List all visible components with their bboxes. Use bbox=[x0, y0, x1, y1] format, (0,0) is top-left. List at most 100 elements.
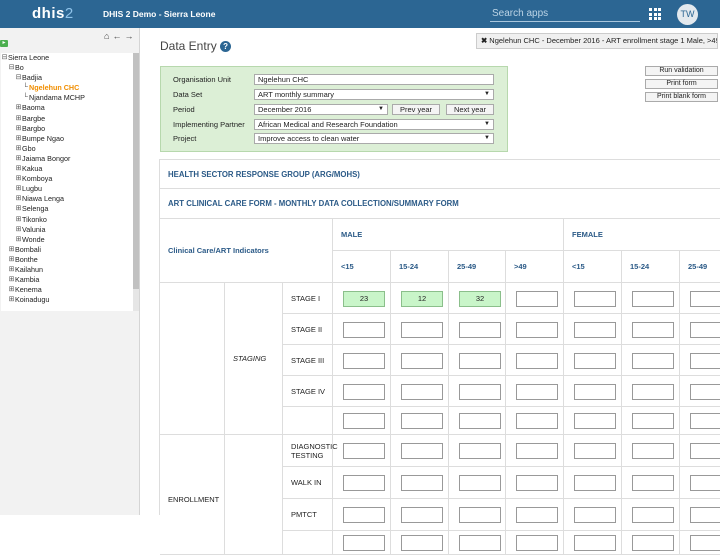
value-input[interactable] bbox=[690, 443, 720, 459]
period-select[interactable]: December 2016 ▼ bbox=[254, 104, 388, 115]
org-unit-field[interactable]: Ngelehun CHC bbox=[254, 74, 494, 85]
expand-icon[interactable]: ⊞ bbox=[15, 204, 22, 214]
user-avatar[interactable]: TW bbox=[677, 4, 698, 25]
expand-tree-icon[interactable]: ▸ bbox=[0, 40, 8, 47]
print-blank-form-button[interactable]: Print blank form bbox=[645, 92, 718, 102]
expand-icon[interactable]: ⊞ bbox=[15, 124, 22, 134]
value-input[interactable] bbox=[343, 321, 385, 338]
value-input[interactable] bbox=[459, 443, 501, 459]
expand-icon[interactable]: ⊞ bbox=[15, 215, 22, 225]
tree-item[interactable]: ⊞ Bargbo bbox=[1, 124, 133, 134]
project-select[interactable]: Improve access to clean water ▼ bbox=[254, 133, 494, 144]
print-form-button[interactable]: Print form bbox=[645, 79, 718, 89]
value-input[interactable] bbox=[516, 352, 558, 369]
value-input[interactable] bbox=[516, 535, 558, 551]
tree-scroll-thumb[interactable] bbox=[133, 53, 139, 289]
expand-icon[interactable]: ⊞ bbox=[15, 225, 22, 235]
expand-icon[interactable]: ⊞ bbox=[15, 164, 22, 174]
tree-item[interactable]: ⊟ Sierra Leone bbox=[1, 53, 133, 63]
value-input[interactable] bbox=[632, 535, 674, 551]
value-input[interactable] bbox=[690, 352, 720, 369]
expand-icon[interactable]: ⊞ bbox=[8, 275, 15, 285]
value-input[interactable]: 32 bbox=[459, 290, 501, 307]
value-input[interactable] bbox=[343, 413, 385, 429]
value-input[interactable] bbox=[401, 383, 443, 400]
tree-item-label[interactable]: Njandama MCHP bbox=[29, 93, 85, 103]
collapse-icon[interactable]: ⊟ bbox=[8, 63, 15, 73]
value-input[interactable] bbox=[632, 475, 674, 491]
tree-item[interactable]: ⊞ Kambia bbox=[1, 275, 133, 285]
value-input[interactable] bbox=[401, 443, 443, 459]
value-input[interactable] bbox=[574, 383, 616, 400]
value-input[interactable] bbox=[343, 352, 385, 369]
tree-item-label[interactable]: Baoma bbox=[22, 103, 45, 113]
tree-item[interactable]: ⊞ Jaiama Bongor bbox=[1, 154, 133, 164]
expand-icon[interactable]: ⊞ bbox=[15, 144, 22, 154]
tree-item[interactable]: ⊞ Selenga bbox=[1, 204, 133, 214]
tree-item[interactable]: ⊞ Komboya bbox=[1, 174, 133, 184]
value-input[interactable] bbox=[516, 321, 558, 338]
tree-item-label[interactable]: Ngelehun CHC bbox=[29, 83, 79, 93]
value-input[interactable] bbox=[690, 507, 720, 523]
tree-item-label[interactable]: Kakua bbox=[22, 164, 42, 174]
tree-item[interactable]: ⊞ Kakua bbox=[1, 164, 133, 174]
value-input[interactable] bbox=[632, 352, 674, 369]
value-input[interactable] bbox=[401, 507, 443, 523]
tree-item[interactable]: ⊞ Niawa Lenga bbox=[1, 194, 133, 204]
value-input[interactable] bbox=[574, 352, 616, 369]
value-input[interactable] bbox=[574, 507, 616, 523]
value-input[interactable] bbox=[401, 475, 443, 491]
expand-icon[interactable]: ⊞ bbox=[15, 235, 22, 245]
value-input[interactable] bbox=[459, 507, 501, 523]
tree-item[interactable]: ⊞ Bumpe Ngao bbox=[1, 134, 133, 144]
tree-item-label[interactable]: Selenga bbox=[22, 204, 48, 214]
value-input[interactable] bbox=[516, 290, 558, 307]
tree-item[interactable]: ⊞ Wonde bbox=[1, 235, 133, 245]
tree-item-label[interactable]: Kenema bbox=[15, 285, 42, 295]
tree-item[interactable]: └ Ngelehun CHC bbox=[1, 83, 133, 93]
tree-item-label[interactable]: Badjia bbox=[22, 73, 42, 83]
tree-item[interactable]: ⊞ Lugbu bbox=[1, 184, 133, 194]
forward-arrow-icon[interactable]: → bbox=[124, 31, 133, 41]
value-input[interactable] bbox=[574, 321, 616, 338]
tree-item-label[interactable]: Sierra Leone bbox=[8, 53, 49, 63]
collapse-icon[interactable]: ⊟ bbox=[15, 73, 22, 83]
tree-item[interactable]: ⊞ Valunia bbox=[1, 225, 133, 235]
tree-item-label[interactable]: Bo bbox=[15, 63, 24, 73]
dataset-select[interactable]: ART monthly summary ▼ bbox=[254, 89, 494, 100]
expand-icon[interactable]: ⊞ bbox=[15, 194, 22, 204]
tree-branch-icon[interactable]: └ bbox=[22, 83, 29, 93]
close-icon[interactable]: ✖ bbox=[481, 36, 487, 45]
value-input[interactable] bbox=[632, 507, 674, 523]
next-year-button[interactable]: Next year bbox=[446, 104, 494, 115]
value-input[interactable] bbox=[690, 475, 720, 491]
value-input[interactable] bbox=[343, 535, 385, 551]
home-icon[interactable]: ⌂ bbox=[104, 31, 109, 41]
tree-item-label[interactable]: Valunia bbox=[22, 225, 45, 235]
collapse-icon[interactable]: ⊟ bbox=[1, 53, 8, 63]
value-input[interactable] bbox=[632, 443, 674, 459]
apps-grid-icon[interactable] bbox=[649, 8, 661, 20]
value-input[interactable] bbox=[632, 383, 674, 400]
value-input[interactable]: 12 bbox=[401, 290, 443, 307]
run-validation-button[interactable]: Run validation bbox=[645, 66, 718, 76]
tree-item-label[interactable]: Bonthe bbox=[15, 255, 38, 265]
tree-item-label[interactable]: Bumpe Ngao bbox=[22, 134, 64, 144]
tree-item[interactable]: ⊟ Badjia bbox=[1, 73, 133, 83]
tree-item-label[interactable]: Lugbu bbox=[22, 184, 42, 194]
back-arrow-icon[interactable]: ← bbox=[112, 31, 121, 41]
tree-item-label[interactable]: Komboya bbox=[22, 174, 52, 184]
expand-icon[interactable]: ⊞ bbox=[15, 184, 22, 194]
value-input[interactable] bbox=[690, 413, 720, 429]
tree-item-label[interactable]: Niawa Lenga bbox=[22, 194, 64, 204]
tree-item[interactable]: ⊞ Bombali bbox=[1, 245, 133, 255]
expand-icon[interactable]: ⊞ bbox=[8, 245, 15, 255]
value-input[interactable] bbox=[459, 352, 501, 369]
partner-select[interactable]: African Medical and Research Foundation ▼ bbox=[254, 119, 494, 130]
tree-item[interactable]: ⊞ Bonthe bbox=[1, 255, 133, 265]
value-input[interactable] bbox=[343, 507, 385, 523]
expand-icon[interactable]: ⊞ bbox=[8, 295, 15, 305]
expand-icon[interactable]: ⊞ bbox=[8, 285, 15, 295]
value-input[interactable]: 23 bbox=[343, 290, 385, 307]
expand-icon[interactable]: ⊞ bbox=[15, 134, 22, 144]
